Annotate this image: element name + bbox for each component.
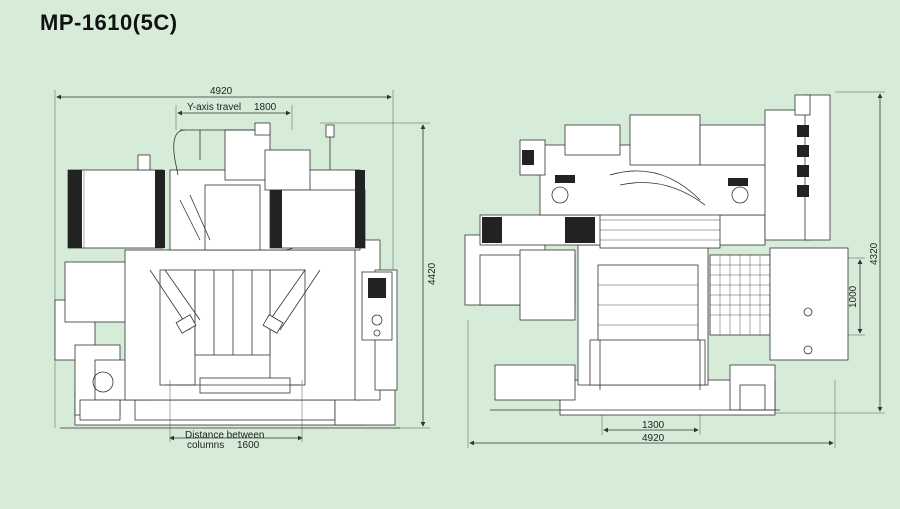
- table-width-text: 1300: [642, 420, 665, 431]
- front-width-text: 4920: [210, 86, 233, 97]
- side-width-text: 4920: [642, 433, 665, 444]
- table-height-text: 1000: [848, 285, 859, 308]
- y-travel-label: Y-axis travel: [187, 102, 241, 113]
- front-height-text: 4420: [427, 262, 438, 285]
- side-view: 4920 1300 4320 1000: [464, 91, 885, 448]
- distance-label-line2: columns: [187, 440, 224, 451]
- side-height-text: 4320: [869, 242, 880, 265]
- machine-drawing: 4920 Y-axis travel 1800 4420 Distance be…: [54, 86, 885, 451]
- front-view: 4920 Y-axis travel 1800 4420 Distance be…: [54, 86, 438, 451]
- y-travel-value: 1800: [254, 102, 277, 113]
- distance-value: 1600: [237, 440, 260, 451]
